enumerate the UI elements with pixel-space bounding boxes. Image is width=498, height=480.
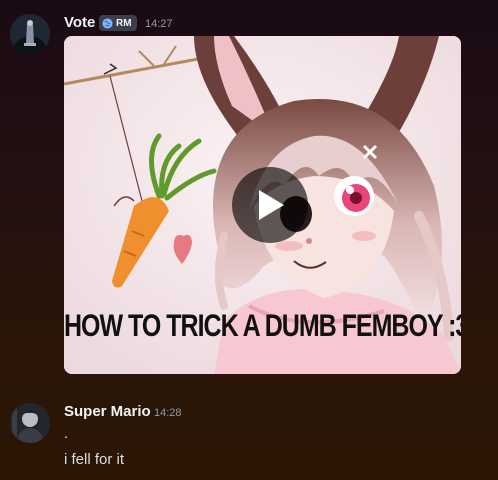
play-icon <box>259 190 284 220</box>
message-vote: Vote RM 14:27 HOW TO TRICK A DUMB FEMBOY… <box>0 0 498 380</box>
avatar-image <box>10 14 50 54</box>
video-caption: HOW TO TRICK A DUMB FEMBOY :3 <box>64 308 461 344</box>
avatar[interactable] <box>10 403 50 443</box>
message-text-line: . <box>64 425 69 442</box>
video-attachment[interactable]: HOW TO TRICK A DUMB FEMBOY :3 <box>64 36 461 374</box>
server-tag[interactable]: RM <box>99 15 137 31</box>
message-text-line: i fell for it <box>64 451 125 468</box>
author-name[interactable]: Vote <box>64 14 95 31</box>
message-super-mario: Super Mario 14:28 . i fell for it <box>0 380 498 480</box>
timestamp: 14:27 <box>145 18 173 30</box>
server-tag-label: RM <box>116 17 132 29</box>
globe-icon <box>102 17 113 29</box>
play-button[interactable] <box>232 167 308 243</box>
timestamp: 14:28 <box>154 407 182 419</box>
avatar-image <box>10 403 50 443</box>
author-name[interactable]: Super Mario <box>64 403 151 420</box>
avatar[interactable] <box>10 14 50 54</box>
